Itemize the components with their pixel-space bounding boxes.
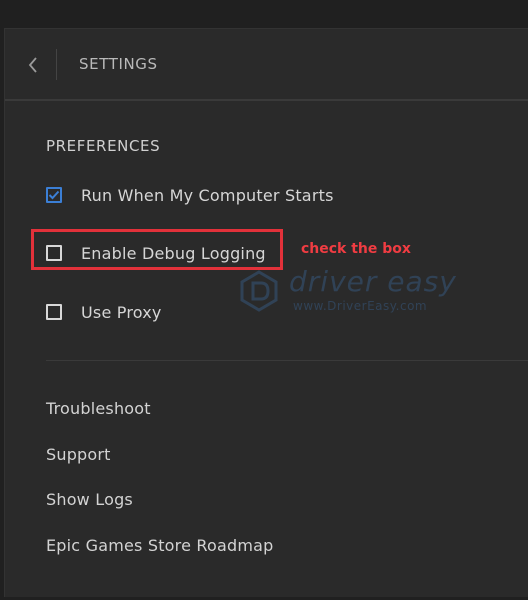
use-proxy-checkbox[interactable] [46,304,62,320]
header-divider [56,49,57,80]
watermark-brand: driver easy [289,265,457,298]
debug-logging-checkbox[interactable] [46,245,62,261]
settings-header: SETTINGS [5,29,528,101]
use-proxy-label: Use Proxy [81,302,162,322]
checkmark-icon [48,190,60,200]
option-use-proxy[interactable]: Use Proxy [46,300,162,324]
annotation-hint: check the box [301,241,411,257]
chevron-left-icon [28,57,37,73]
back-button[interactable] [23,53,43,77]
link-troubleshoot[interactable]: Troubleshoot [46,399,151,418]
watermark-url: www.DriverEasy.com [293,299,428,313]
page-title: SETTINGS [79,55,158,73]
preferences-heading: PREFERENCES [46,137,161,155]
link-support[interactable]: Support [46,445,111,464]
link-show-logs[interactable]: Show Logs [46,490,133,509]
debug-logging-label: Enable Debug Logging [81,243,266,263]
watermark: driver easy www.DriverEasy.com [237,265,477,321]
option-run-on-startup[interactable]: Run When My Computer Starts [46,183,334,207]
run-on-startup-checkbox[interactable] [46,187,62,203]
run-on-startup-label: Run When My Computer Starts [81,185,334,205]
driver-easy-logo-icon [240,270,278,312]
option-debug-logging[interactable]: Enable Debug Logging [46,241,266,265]
link-roadmap[interactable]: Epic Games Store Roadmap [46,536,274,555]
section-divider [46,360,528,361]
settings-panel: SETTINGS PREFERENCES Run When My Compute… [4,28,528,597]
